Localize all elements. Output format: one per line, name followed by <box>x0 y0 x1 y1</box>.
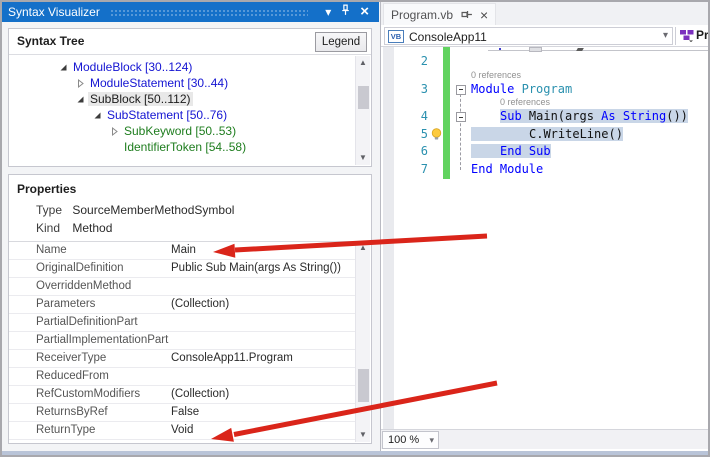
property-row[interactable]: ReturnTypeVoid <box>9 422 355 440</box>
property-grid: NameMain OriginalDefinitionPublic Sub Ma… <box>9 241 355 440</box>
codelens-references[interactable]: 0 references <box>500 97 550 107</box>
property-row[interactable]: ReturnsByRefFalse <box>9 404 355 422</box>
code-line-4[interactable]: 4 Sub Main(args As String()) <box>381 108 708 126</box>
code-line-6[interactable]: 6 End Sub <box>381 143 708 161</box>
properties-title: Properties <box>17 182 76 196</box>
tree-node-subkeyword[interactable]: SubKeyword [50..53) <box>9 123 355 139</box>
code-line-7[interactable]: 7 End Module <box>381 161 708 179</box>
codelens-row: 0 references <box>381 98 708 108</box>
close-icon[interactable]: × <box>360 2 369 22</box>
property-row[interactable]: OriginalDefinitionPublic Sub Main(args A… <box>9 260 355 278</box>
tree-node-modulestatement[interactable]: ModuleStatement [30..44) <box>9 75 355 91</box>
scroll-down-icon[interactable]: ▼ <box>356 428 370 442</box>
properties-panel: Properties Type SourceMemberMethodSymbol… <box>8 174 372 444</box>
visual-studio-window: Syntax Visualizer ▾ × Syntax Tree Legend… <box>0 0 710 457</box>
chevron-down-icon: ▾ <box>429 432 434 448</box>
property-row[interactable]: RefCustomModifiers(Collection) <box>9 386 355 404</box>
property-row[interactable]: Parameters(Collection) <box>9 296 355 314</box>
scrollbar-thumb[interactable] <box>358 369 369 402</box>
member-dropdown[interactable]: Pro <box>696 28 708 42</box>
expander-collapsed-icon[interactable] <box>109 126 120 137</box>
close-tab-icon[interactable]: × <box>480 7 488 23</box>
code-area[interactable]: 2 0 references 3 Module Program 0 refere… <box>381 47 708 429</box>
project-name: ConsoleApp11 <box>409 30 487 44</box>
scroll-down-icon[interactable]: ▼ <box>356 151 370 165</box>
expander-expanded-icon[interactable] <box>75 94 86 105</box>
expander-spacer <box>109 142 120 153</box>
property-kind-row: Kind Method <box>36 221 112 235</box>
chevron-down-icon[interactable]: ▾ <box>663 30 668 41</box>
codelens-row: 0 references <box>381 71 708 81</box>
module-icon <box>680 29 694 47</box>
tab-title: Program.vb <box>391 8 453 22</box>
line-number: 3 <box>381 81 428 99</box>
window-position-chevron-icon[interactable]: ▾ <box>325 2 331 22</box>
property-row[interactable]: NameMain <box>9 242 355 260</box>
zoom-level-value: 100 % <box>388 434 419 446</box>
toolwindow-title: Syntax Visualizer <box>8 5 100 19</box>
tree-node-moduleblock[interactable]: ModuleBlock [30..124) <box>9 59 355 75</box>
window-bottom-edge <box>2 451 708 455</box>
legend-button[interactable]: Legend <box>315 32 367 52</box>
pin-icon[interactable] <box>340 2 351 22</box>
titlebar-drag-texture <box>110 9 308 18</box>
expander-collapsed-icon[interactable] <box>75 78 86 89</box>
codelens-references[interactable]: 0 references <box>471 70 521 80</box>
tree-node-substatement[interactable]: SubStatement [50..76) <box>9 107 355 123</box>
tab-program-vb[interactable]: Program.vb × <box>383 3 496 25</box>
property-row[interactable]: PartialDefinitionPart <box>9 314 355 332</box>
properties-scrollbar[interactable]: ▲ ▼ <box>355 241 370 442</box>
project-dropdown[interactable]: VB ConsoleApp11 ▾ <box>384 27 673 45</box>
code-line-3[interactable]: 3 Module Program <box>381 81 708 99</box>
scroll-up-icon[interactable]: ▲ <box>356 241 370 255</box>
collapse-region-icon[interactable] <box>456 112 466 122</box>
property-row[interactable]: OverriddenMethod <box>9 278 355 296</box>
line-number: 2 <box>381 53 428 71</box>
syntax-tree-view: ModuleBlock [30..124) ModuleStatement [3… <box>9 56 355 165</box>
collapse-region-icon[interactable] <box>456 85 466 95</box>
editor-bottom-bar: 100 % ▾ <box>381 429 708 449</box>
syntax-visualizer-toolwindow: Syntax Visualizer ▾ × Syntax Tree Legend… <box>2 2 381 451</box>
document-tabstrip: Program.vb × <box>381 2 708 25</box>
line-number: 7 <box>381 161 428 179</box>
code-editor-pane: Program.vb × VB ConsoleApp11 ▾ <box>381 2 708 451</box>
tree-node-subblock-selected[interactable]: SubBlock [50..112) <box>9 91 355 107</box>
syntax-tree-panel: Syntax Tree Legend ModuleBlock [30..124)… <box>8 28 372 167</box>
tree-node-identifiertoken[interactable]: IdentifierToken [54..58) <box>9 139 355 155</box>
navbar-separator <box>675 27 676 45</box>
tree-scrollbar[interactable]: ▲ ▼ <box>355 56 370 165</box>
navigation-bar: VB ConsoleApp11 ▾ Pro <box>381 25 708 47</box>
property-row[interactable]: ReceiverTypeConsoleApp11.Program <box>9 350 355 368</box>
property-row[interactable]: PartialImplementationPart <box>9 332 355 350</box>
property-type-row: Type SourceMemberMethodSymbol <box>36 203 234 217</box>
scrollbar-thumb[interactable] <box>358 86 369 109</box>
scroll-up-icon[interactable]: ▲ <box>356 56 370 70</box>
syntax-tree-title: Syntax Tree <box>17 34 84 48</box>
toolwindow-titlebar[interactable]: Syntax Visualizer ▾ × <box>2 2 379 22</box>
vb-project-icon: VB <box>388 30 404 43</box>
code-line-2[interactable]: 2 <box>381 53 708 71</box>
syntax-tree-header: Syntax Tree Legend <box>9 29 371 55</box>
expander-expanded-icon[interactable] <box>92 110 103 121</box>
zoom-level-dropdown[interactable]: 100 % ▾ <box>382 431 439 449</box>
line-number: 6 <box>381 143 428 161</box>
code-line-5[interactable]: 5 C.WriteLine() <box>381 126 708 144</box>
pin-tab-icon[interactable] <box>461 9 473 20</box>
property-row[interactable]: ReducedFrom <box>9 368 355 386</box>
line-number: 4 <box>381 108 428 126</box>
line-number: 5 <box>381 126 428 144</box>
expander-expanded-icon[interactable] <box>58 62 69 73</box>
